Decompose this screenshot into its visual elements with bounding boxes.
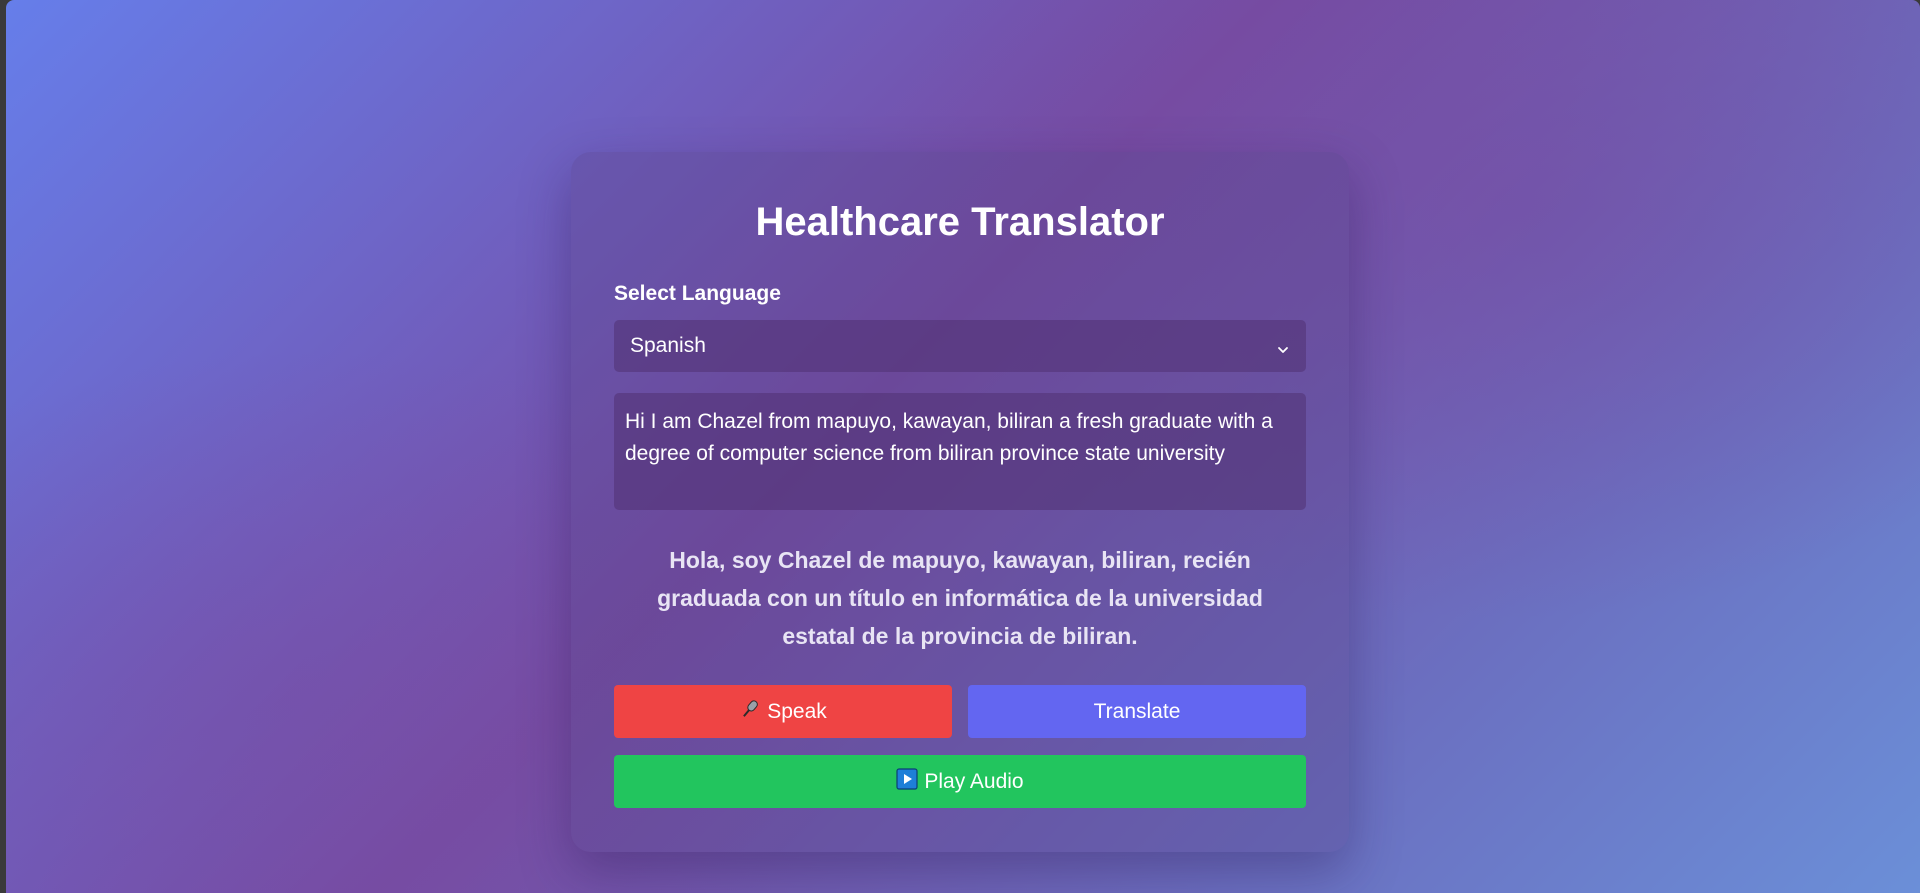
chevron-down-icon — [1276, 339, 1290, 353]
source-text-input[interactable]: Hi I am Chazel from mapuyo, kawayan, bil… — [614, 393, 1306, 510]
translate-button[interactable]: Translate — [968, 685, 1306, 738]
play-audio-button[interactable]: Play Audio — [614, 755, 1306, 808]
translator-card: Healthcare Translator Select Language Sp… — [571, 152, 1349, 852]
microphone-icon — [739, 698, 761, 726]
speak-button-label: Speak — [767, 699, 827, 723]
language-select[interactable]: Spanish — [614, 320, 1306, 372]
speak-button[interactable]: Speak — [614, 685, 952, 738]
resize-handle-icon[interactable] — [1294, 498, 1304, 508]
page-title: Healthcare Translator — [755, 200, 1165, 244]
translation-output: Hola, soy Chazel de mapuyo, kawayan, bil… — [657, 547, 1263, 649]
app-viewport: Healthcare Translator Select Language Sp… — [6, 0, 1920, 893]
play-audio-label: Play Audio — [924, 769, 1024, 793]
language-label: Select Language — [614, 282, 781, 305]
language-select-value: Spanish — [630, 334, 706, 357]
play-icon — [896, 767, 918, 796]
source-text-value: Hi I am Chazel from mapuyo, kawayan, bil… — [625, 410, 1273, 465]
